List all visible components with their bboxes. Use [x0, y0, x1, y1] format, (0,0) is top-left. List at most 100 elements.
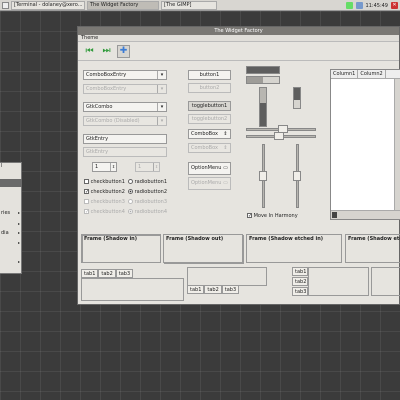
frame-shadow-etched-out: Frame (Shadow etched ou [345, 234, 400, 263]
submenu-arrow-icon: ▸ [17, 210, 20, 215]
menu-item-label: l [1, 163, 3, 169]
radiobutton1[interactable]: radiobutton1 [128, 179, 167, 185]
updown-icon[interactable]: ⇕ [221, 130, 230, 138]
task-widget-factory[interactable]: The Widget Factory [87, 0, 159, 10]
forward-icon[interactable]: ⏭ [100, 45, 113, 58]
menu-item[interactable]: ▸ [0, 221, 22, 227]
volume-icon[interactable] [355, 2, 363, 9]
tree-view-header: Column1 Column2 [331, 70, 400, 79]
vscale-1-handle[interactable] [259, 171, 267, 181]
radiobutton4-label: radiobutton4 [134, 209, 168, 215]
gtk-combo[interactable]: GtkCombo ▾ [83, 102, 167, 112]
network-icon[interactable] [345, 2, 353, 9]
move-in-harmony-check[interactable]: ✓ Move In Harmony [247, 213, 298, 219]
gtk-entry[interactable]: GtkEntry [83, 134, 167, 144]
tab-3[interactable]: tab3 [221, 285, 240, 294]
column2-header[interactable]: Column2 [358, 70, 386, 78]
checkbutton1-label: checkbutton1 [90, 179, 125, 185]
checkbutton2[interactable]: ✓ checkbutton2 [84, 189, 125, 195]
terminal-icon[interactable] [2, 1, 9, 9]
scroll-left-arrow-icon[interactable] [332, 212, 337, 218]
combobox[interactable]: ComboBox ⇕ [188, 129, 231, 139]
option-indicator-icon[interactable]: ▭ [221, 163, 230, 171]
spin-value: 1 [95, 164, 99, 170]
tab-1[interactable]: tab1 [187, 285, 205, 294]
back-icon[interactable]: ⏮ [83, 45, 96, 58]
notebook-bottom-tabs: tab1 tab2 tab3 [187, 285, 240, 294]
notebook-right-body [371, 267, 400, 296]
window-title[interactable]: The Widget Factory [78, 27, 399, 35]
close-icon[interactable]: ✕ [391, 2, 398, 9]
move-in-harmony-label: Move In Harmony [253, 213, 298, 219]
menu-item[interactable]: l [0, 163, 22, 169]
combo-box-entry[interactable]: ComboBoxEntry ▾ [83, 70, 167, 80]
task-terminal[interactable]: [Terminal - dolaney@xero... [11, 0, 85, 10]
vertical-scrollbar[interactable] [394, 79, 400, 210]
chevron-down-icon[interactable]: ▾ [157, 71, 166, 79]
chevron-down-icon: ▾ [157, 117, 166, 125]
horizontal-scrollbar[interactable] [331, 210, 400, 219]
combobox-disabled: ComboBox ⇕ [188, 143, 231, 153]
progress-fill [294, 88, 300, 100]
menu-item[interactable]: dia ▸ [0, 230, 22, 236]
spin-button[interactable]: 1 ⇕ [92, 162, 117, 172]
gtk-combo-value: GtkCombo [86, 104, 113, 110]
button1[interactable]: button1 [188, 70, 231, 80]
menubar: Theme [78, 35, 399, 42]
tab-1[interactable]: tab1 [292, 267, 308, 276]
checkbox-icon[interactable] [84, 179, 89, 184]
tab-2[interactable]: tab2 [98, 269, 116, 278]
tree-view[interactable]: Column1 Column2 [330, 69, 400, 220]
task-terminal-label: [Terminal - dolaney@xero... [14, 2, 83, 8]
menu-item-selected[interactable] [0, 179, 22, 187]
combo-box-entry-value: ComboBoxEntry [86, 72, 127, 78]
checkbutton3-label: checkbutton3 [90, 199, 125, 205]
column1-header[interactable]: Column1 [331, 70, 359, 78]
radio-icon[interactable] [128, 179, 133, 184]
option-menu-disabled-value: OptionMenu [191, 180, 222, 186]
checkbutton2-label: checkbutton2 [90, 189, 125, 195]
checkmark-icon[interactable]: ✓ [247, 213, 252, 219]
tab-1[interactable]: tab1 [81, 269, 99, 278]
hscale-2-handle[interactable] [274, 132, 284, 140]
checkbutton1[interactable]: checkbutton1 [84, 179, 125, 185]
tab-3[interactable]: tab3 [115, 269, 134, 278]
progress-bar-h1 [246, 66, 280, 74]
menu-item[interactable]: ▸ [0, 240, 22, 246]
radio-selected-icon [128, 209, 133, 214]
checkmark-icon[interactable]: ✓ [84, 189, 89, 195]
checkbox-icon [84, 199, 89, 204]
combobox-disabled-value: ComboBox [191, 145, 218, 151]
spin-button-disabled: 1 ⇕ [135, 162, 160, 172]
tab-2[interactable]: tab2 [292, 277, 308, 286]
menu-theme[interactable]: Theme [81, 35, 98, 41]
progress-bar-h2 [246, 76, 280, 84]
menu-item[interactable]: ries ▸ [0, 210, 22, 216]
radio-selected-icon[interactable] [128, 189, 133, 194]
clock[interactable]: 11:45:49 [366, 3, 388, 9]
button2: button2 [188, 83, 231, 93]
radiobutton2[interactable]: radiobutton2 [128, 189, 167, 195]
add-icon[interactable]: ✚ [117, 44, 130, 58]
menu-item[interactable]: ▸ [0, 259, 22, 265]
radiobutton2-label: radiobutton2 [134, 189, 168, 195]
progress-bar-v2 [293, 87, 301, 109]
option-menu-disabled: OptionMenu ▭ [188, 177, 231, 190]
spin-arrows-icon[interactable]: ⇕ [110, 163, 116, 171]
frame-shadow-in: Frame (Shadow in) [81, 234, 161, 263]
option-menu[interactable]: OptionMenu ▭ [188, 162, 231, 175]
progress-fill [260, 103, 266, 126]
togglebutton1[interactable]: togglebutton1 [188, 101, 231, 111]
tab-3[interactable]: tab3 [292, 287, 308, 296]
gtk-entry-disabled: GtkEntry [83, 147, 167, 157]
radio-icon [128, 199, 133, 204]
tab-2[interactable]: tab2 [204, 285, 222, 294]
chevron-down-icon[interactable]: ▾ [157, 103, 166, 111]
system-tray: 11:45:49 ✕ [345, 1, 400, 10]
task-gimp[interactable]: [The GIMP] [161, 0, 217, 10]
spin-arrows-icon: ⇕ [153, 163, 159, 171]
toolbar: ⏮ ⏭ ✚ [78, 42, 399, 61]
option-indicator-icon: ▭ [223, 180, 228, 186]
vscale-2-handle[interactable] [293, 171, 301, 181]
chevron-down-icon: ▾ [157, 85, 166, 93]
